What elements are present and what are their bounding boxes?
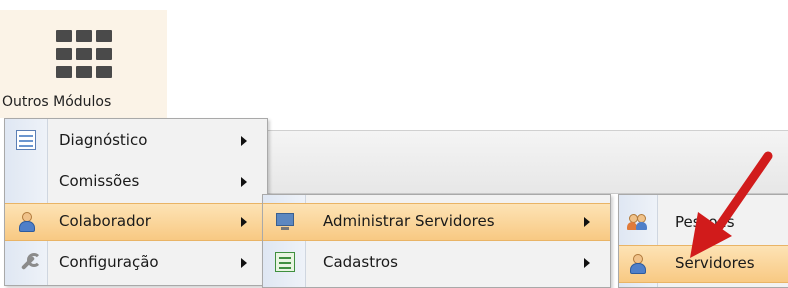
submenu-arrow-icon — [241, 217, 247, 227]
grid-icon — [56, 30, 112, 78]
menu-item-label: Configuração — [59, 253, 159, 271]
user-icon — [16, 211, 36, 232]
menu-item-comissoes[interactable]: Comissões — [5, 164, 267, 200]
menu-item-diagnostico[interactable]: Diagnóstico — [5, 123, 267, 159]
menu-item-label: Administrar Servidores — [323, 212, 495, 230]
table-icon — [16, 130, 36, 150]
menu-item-label: Cadastros — [323, 253, 398, 271]
annotation-arrow-icon — [690, 151, 773, 258]
menu-item-label: Diagnóstico — [59, 131, 148, 149]
submenu-arrow-icon — [241, 177, 247, 187]
menu-item-configuracao[interactable]: Configuração — [5, 245, 267, 281]
submenu-arrow-icon — [584, 258, 590, 268]
people-icon — [627, 212, 647, 232]
outros-modulos-button[interactable]: Outros Módulos — [0, 10, 167, 118]
menu-item-label: Colaborador — [59, 212, 151, 230]
user-icon — [627, 253, 647, 274]
menu-item-administrar-servidores[interactable]: Administrar Servidores — [263, 203, 610, 241]
main-dropdown-menu: Diagnóstico Comissões Colaborador Config… — [4, 118, 268, 286]
menu-item-label: Comissões — [59, 172, 140, 190]
monitor-icon — [275, 211, 295, 231]
submenu-arrow-icon — [241, 136, 247, 146]
menu-item-cadastros[interactable]: Cadastros — [263, 245, 610, 281]
menu-item-colaborador[interactable]: Colaborador — [5, 203, 267, 241]
colaborador-submenu: Administrar Servidores Cadastros — [262, 194, 611, 288]
form-icon — [275, 252, 295, 272]
wrench-icon — [16, 252, 41, 272]
submenu-arrow-icon — [584, 217, 590, 227]
submenu-arrow-icon — [241, 258, 247, 268]
outros-modulos-label: Outros Módulos — [2, 94, 112, 110]
